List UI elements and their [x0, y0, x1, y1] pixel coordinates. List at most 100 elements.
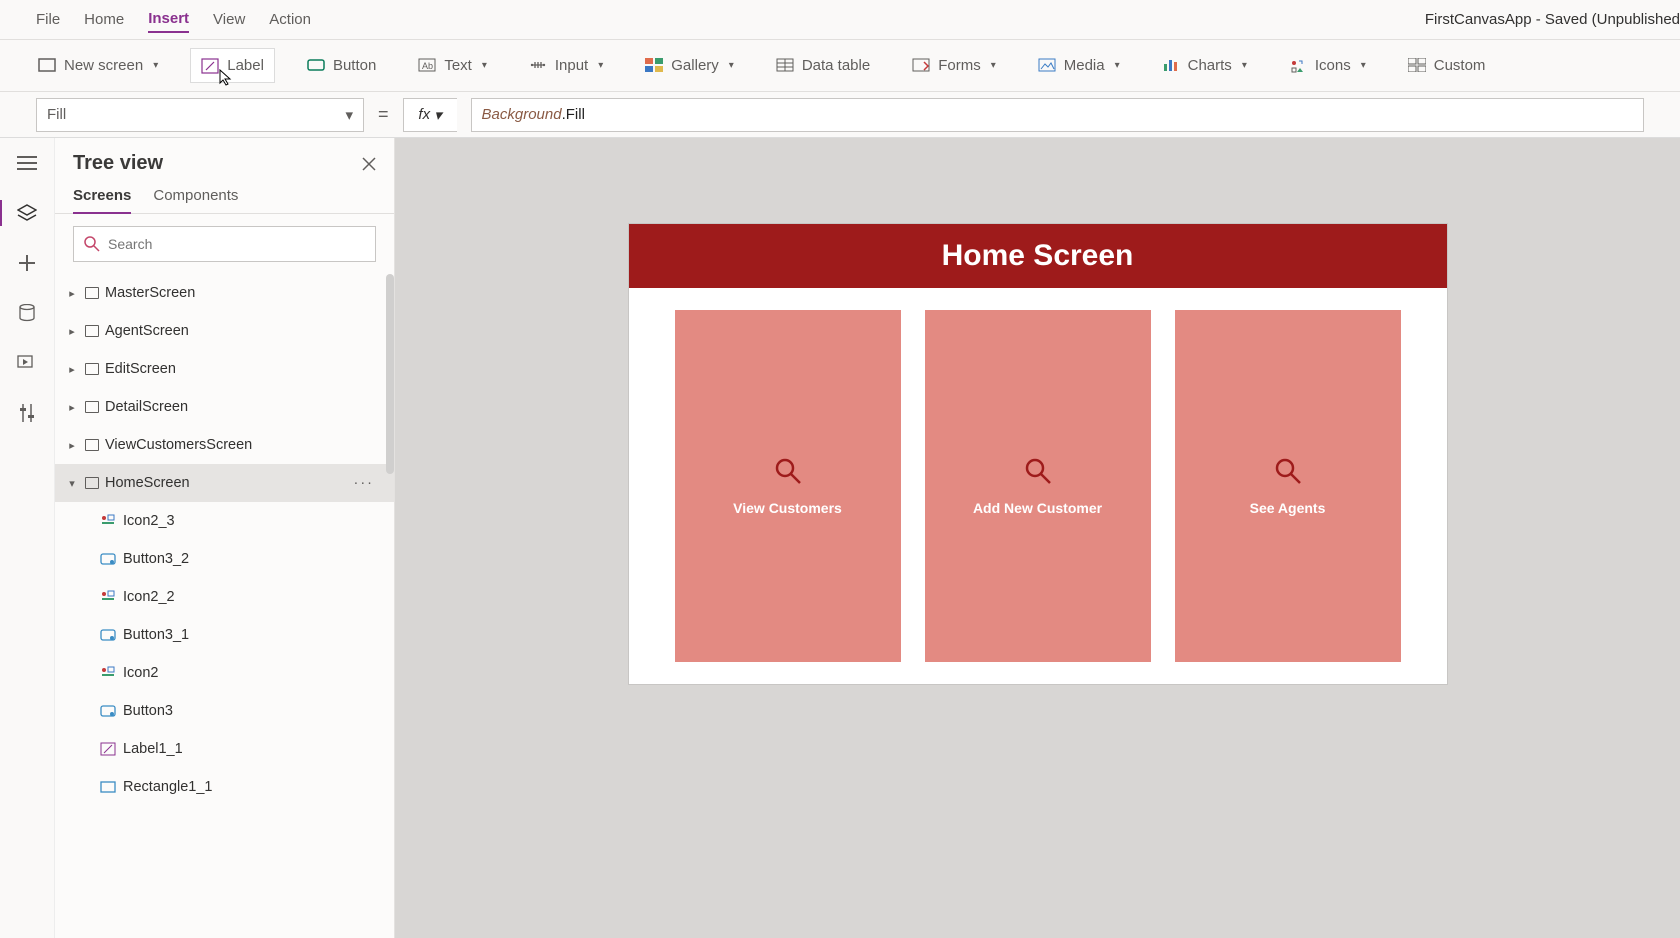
custom-button-text: Custom	[1434, 57, 1486, 74]
rail-insert[interactable]	[14, 252, 40, 274]
chevron-down-icon: ▾	[482, 60, 487, 71]
label-icon	[201, 58, 219, 74]
chevron-down-icon: ▾	[434, 106, 442, 124]
tree-item-agentscreen[interactable]: ▸ AgentScreen	[55, 312, 394, 350]
menu-file[interactable]: File	[36, 11, 60, 28]
property-select-value: Fill	[47, 106, 66, 123]
custom-button[interactable]: Custom	[1398, 49, 1496, 82]
icons-button-text: Icons	[1315, 57, 1351, 74]
gallery-icon	[645, 58, 663, 74]
tree-child-button3[interactable]: Button3	[55, 692, 394, 730]
gallery-button-text: Gallery	[671, 57, 719, 74]
tree-view-close[interactable]	[362, 157, 376, 171]
charts-icon	[1162, 58, 1180, 74]
data-table-button-text: Data table	[802, 57, 870, 74]
card-add-customer[interactable]: Add New Customer	[925, 310, 1151, 662]
hamburger-icon	[17, 156, 37, 170]
svg-text:Ab: Ab	[422, 61, 433, 71]
tree-view-panel: Tree view Screens Components ▸ MasterScr…	[55, 138, 395, 938]
tree-child-icon2[interactable]: Icon2	[55, 654, 394, 692]
rectangle-small-icon	[99, 780, 117, 794]
tree-item-more[interactable]: ···	[354, 475, 385, 491]
chevron-down-icon: ▾	[153, 60, 158, 71]
tree-item-label: ViewCustomersScreen	[105, 437, 252, 453]
tree-item-homescreen[interactable]: ▾ HomeScreen ···	[55, 464, 394, 502]
tree-view-title: Tree view	[73, 152, 163, 175]
tree-child-label: Icon2_3	[123, 513, 175, 529]
tab-screens[interactable]: Screens	[73, 187, 131, 214]
tree-child-icon2_3[interactable]: Icon2_3	[55, 502, 394, 540]
button-button[interactable]: Button	[297, 49, 386, 82]
layers-icon	[17, 204, 37, 222]
canvas-screen[interactable]: Home Screen View Customers Add New Custo…	[629, 224, 1447, 684]
tab-components[interactable]: Components	[153, 187, 238, 213]
tree-view-tabs: Screens Components	[55, 179, 394, 214]
database-icon	[19, 304, 35, 322]
rail-data[interactable]	[14, 302, 40, 324]
tree-item-label: AgentScreen	[105, 323, 189, 339]
formula-token-object: Background	[482, 106, 562, 123]
group-icon	[99, 514, 117, 528]
formula-input[interactable]: Background.Fill	[471, 98, 1644, 132]
card-label: Add New Customer	[973, 500, 1102, 516]
charts-button[interactable]: Charts ▾	[1152, 49, 1257, 82]
new-screen-label: New screen	[64, 57, 143, 74]
button-small-icon	[99, 552, 117, 566]
tree-child-icon2_2[interactable]: Icon2_2	[55, 578, 394, 616]
text-button[interactable]: Ab Text ▾	[408, 49, 497, 82]
icons-button[interactable]: Icons ▾	[1279, 49, 1376, 82]
tree-item-label: DetailScreen	[105, 399, 188, 415]
tree-child-label: Button3_1	[123, 627, 189, 643]
chevron-down-icon: ▾	[1242, 60, 1247, 71]
rail-advanced[interactable]	[14, 402, 40, 424]
tree-child-label: Rectangle1_1	[123, 779, 213, 795]
media-icon	[1038, 58, 1056, 74]
tree-search-box[interactable]	[73, 226, 376, 262]
media-button[interactable]: Media ▾	[1028, 49, 1130, 82]
tree-child-button3_1[interactable]: Button3_1	[55, 616, 394, 654]
input-button[interactable]: Input ▾	[519, 49, 613, 82]
new-screen-button[interactable]: New screen ▾	[28, 49, 168, 82]
tree-item-editscreen[interactable]: ▸ EditScreen	[55, 350, 394, 388]
menu-action[interactable]: Action	[269, 11, 311, 28]
tree-child-label1_1[interactable]: Label1_1	[55, 730, 394, 768]
input-icon	[529, 58, 547, 74]
property-select[interactable]: Fill ▾	[36, 98, 364, 132]
data-table-button[interactable]: Data table	[766, 49, 880, 82]
text-icon: Ab	[418, 58, 436, 74]
chevron-right-icon: ▸	[65, 287, 79, 300]
rail-media[interactable]	[14, 352, 40, 374]
card-label: View Customers	[733, 500, 842, 516]
tree-item-viewcustomersscreen[interactable]: ▸ ViewCustomersScreen	[55, 426, 394, 464]
canvas-header[interactable]: Home Screen	[629, 224, 1447, 288]
plus-icon	[18, 254, 36, 272]
gallery-button[interactable]: Gallery ▾	[635, 49, 744, 82]
tree-search-input[interactable]	[108, 236, 365, 252]
screen-icon	[85, 363, 99, 375]
rail-tree-view[interactable]	[14, 202, 40, 224]
menu-insert[interactable]: Insert	[148, 10, 189, 33]
fx-button[interactable]: fx ▾	[403, 98, 457, 132]
chevron-down-icon: ▾	[65, 477, 79, 490]
canvas-area[interactable]: Home Screen View Customers Add New Custo…	[395, 138, 1680, 938]
tree-child-label: Icon2_2	[123, 589, 175, 605]
icons-icon	[1289, 58, 1307, 74]
tree-list: ▸ MasterScreen ▸ AgentScreen ▸ EditScree…	[55, 274, 394, 938]
menu-home[interactable]: Home	[84, 11, 124, 28]
chevron-down-icon: ▾	[345, 106, 353, 124]
tree-item-detailscreen[interactable]: ▸ DetailScreen	[55, 388, 394, 426]
menu-view[interactable]: View	[213, 11, 245, 28]
chevron-down-icon: ▾	[729, 60, 734, 71]
rail-hamburger[interactable]	[14, 152, 40, 174]
tree-child-button3_2[interactable]: Button3_2	[55, 540, 394, 578]
tree-item-label: HomeScreen	[105, 475, 190, 491]
label-button[interactable]: Label	[190, 48, 275, 83]
tree-child-rectangle1_1[interactable]: Rectangle1_1	[55, 768, 394, 806]
card-see-agents[interactable]: See Agents	[1175, 310, 1401, 662]
tree-item-masterscreen[interactable]: ▸ MasterScreen	[55, 274, 394, 312]
tree-scrollbar[interactable]	[386, 274, 394, 474]
forms-button[interactable]: Forms ▾	[902, 49, 1006, 82]
insert-ribbon: New screen ▾ Label Button Ab Text ▾ Inpu…	[0, 40, 1680, 92]
input-button-text: Input	[555, 57, 588, 74]
card-view-customers[interactable]: View Customers	[675, 310, 901, 662]
